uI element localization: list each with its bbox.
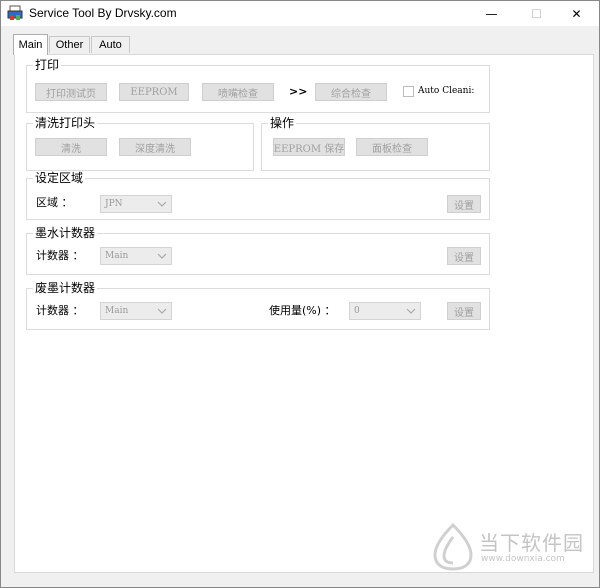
ink-counter-group: 墨水计数器 计数器 ： Main 设置 — [26, 226, 490, 275]
chevron-down-icon — [157, 308, 167, 314]
nozzle-check-button[interactable]: 喷嘴检查 — [202, 83, 274, 101]
ink-counter-set-button[interactable]: 设置 — [447, 247, 481, 265]
title-bar: Service Tool By Drvsky.com — ☐ ✕ — [1, 1, 599, 26]
eeprom-save-button[interactable]: EEPROM 保存 — [273, 138, 345, 156]
tab-auto[interactable]: Auto — [91, 36, 130, 53]
maximize-button[interactable]: ☐ — [514, 1, 559, 26]
waste-counter-set-button[interactable]: 设置 — [447, 302, 481, 320]
waste-counter-label: 计数器 ： — [36, 304, 84, 317]
combined-check-button[interactable]: 综合检查 — [315, 83, 387, 101]
usage-percent-select-value: 0 — [354, 306, 360, 316]
watermark-logo-icon — [433, 523, 473, 571]
panel-check-button[interactable]: 面板检查 — [356, 138, 428, 156]
eeprom-button[interactable]: EEPROM — [119, 83, 189, 101]
operations-group-title: 操作 — [268, 116, 297, 130]
clean-head-group: 清洗打印头 清洗 深度清洗 — [26, 116, 254, 171]
region-group: 设定区域 区域 ： JPN 设置 — [26, 171, 490, 220]
chevron-down-icon — [157, 201, 167, 207]
chevron-down-icon — [157, 253, 167, 259]
close-icon: ✕ — [571, 6, 582, 21]
close-button[interactable]: ✕ — [554, 1, 599, 26]
ink-counter-select-value: Main — [105, 251, 129, 261]
ink-counter-label: 计数器 ： — [36, 249, 84, 262]
maximize-icon: ☐ — [531, 6, 542, 21]
region-select-value: JPN — [105, 199, 123, 209]
print-test-page-button[interactable]: 打印测试页 — [35, 83, 107, 101]
chevron-down-icon — [406, 308, 416, 314]
print-group-title: 打印 — [33, 58, 62, 72]
waste-counter-select-value: Main — [105, 306, 129, 316]
watermark: 当下软件园 www.downxia.com — [431, 521, 591, 576]
usage-percent-label: 使用量(%) ： — [269, 304, 336, 317]
waste-ink-counter-group: 废墨计数器 计数器 ： Main 使用量(%) ： 0 设置 — [26, 281, 490, 330]
clean-head-group-title: 清洗打印头 — [33, 116, 98, 130]
auto-clean-label: Auto Cleani: — [418, 86, 475, 96]
region-group-title: 设定区域 — [33, 171, 86, 185]
auto-clean-checkbox[interactable] — [403, 86, 414, 97]
tab-other[interactable]: Other — [49, 36, 90, 53]
operations-group: 操作 EEPROM 保存 面板检查 — [261, 116, 490, 171]
deep-clean-button[interactable]: 深度清洗 — [119, 138, 191, 156]
ink-counter-group-title: 墨水计数器 — [33, 226, 98, 240]
main-tab-panel: 打印 打印测试页 EEPROM 喷嘴检查 >> 综合检查 Auto Cleani… — [14, 54, 594, 573]
region-set-button[interactable]: 设置 — [447, 195, 481, 213]
waste-counter-select[interactable]: Main — [100, 302, 172, 320]
region-select[interactable]: JPN — [100, 195, 172, 213]
clean-button[interactable]: 清洗 — [35, 138, 107, 156]
print-group: 打印 打印测试页 EEPROM 喷嘴检查 >> 综合检查 Auto Cleani… — [26, 58, 490, 113]
watermark-text: 当下软件园 — [479, 531, 584, 555]
waste-ink-counter-group-title: 废墨计数器 — [33, 281, 98, 295]
tab-main[interactable]: Main — [13, 34, 48, 55]
printer-app-icon — [7, 5, 23, 20]
watermark-url: www.downxia.com — [481, 554, 565, 564]
minimize-icon: — — [485, 6, 498, 21]
arrows-label: >> — [289, 85, 308, 98]
ink-counter-select[interactable]: Main — [100, 247, 172, 265]
region-label: 区域 ： — [36, 196, 73, 209]
usage-percent-select[interactable]: 0 — [349, 302, 421, 320]
window-title: Service Tool By Drvsky.com — [29, 6, 177, 20]
app-window: Service Tool By Drvsky.com — ☐ ✕ Main Ot… — [0, 0, 600, 588]
minimize-button[interactable]: — — [469, 1, 514, 26]
